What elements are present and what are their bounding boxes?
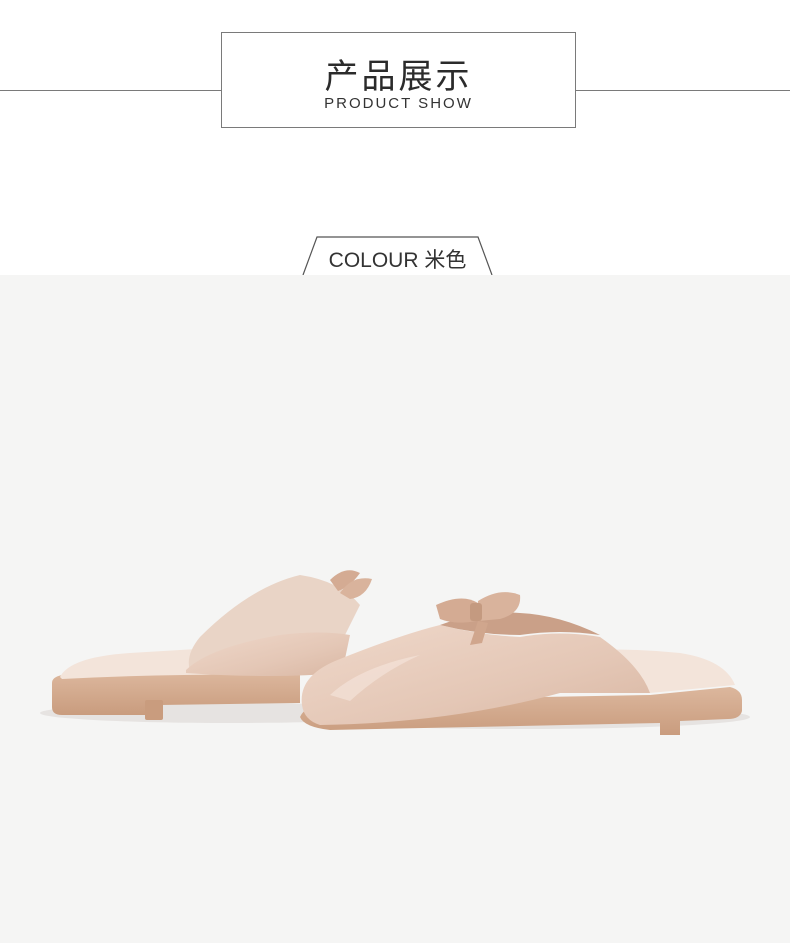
section-title-cn: 产品展示 bbox=[324, 57, 473, 97]
product-photo bbox=[0, 275, 790, 943]
divider-left bbox=[0, 90, 222, 91]
section-title-box: 产品展示 PRODUCT SHOW bbox=[221, 32, 576, 128]
colour-tag: COLOUR 米色 bbox=[300, 234, 495, 276]
section-header: 产品展示 PRODUCT SHOW bbox=[0, 0, 790, 230]
divider-right bbox=[576, 90, 790, 91]
section-title-en: PRODUCT SHOW bbox=[324, 95, 473, 112]
colour-label: COLOUR 米色 bbox=[328, 249, 467, 272]
slipper-pair-image bbox=[40, 570, 750, 735]
